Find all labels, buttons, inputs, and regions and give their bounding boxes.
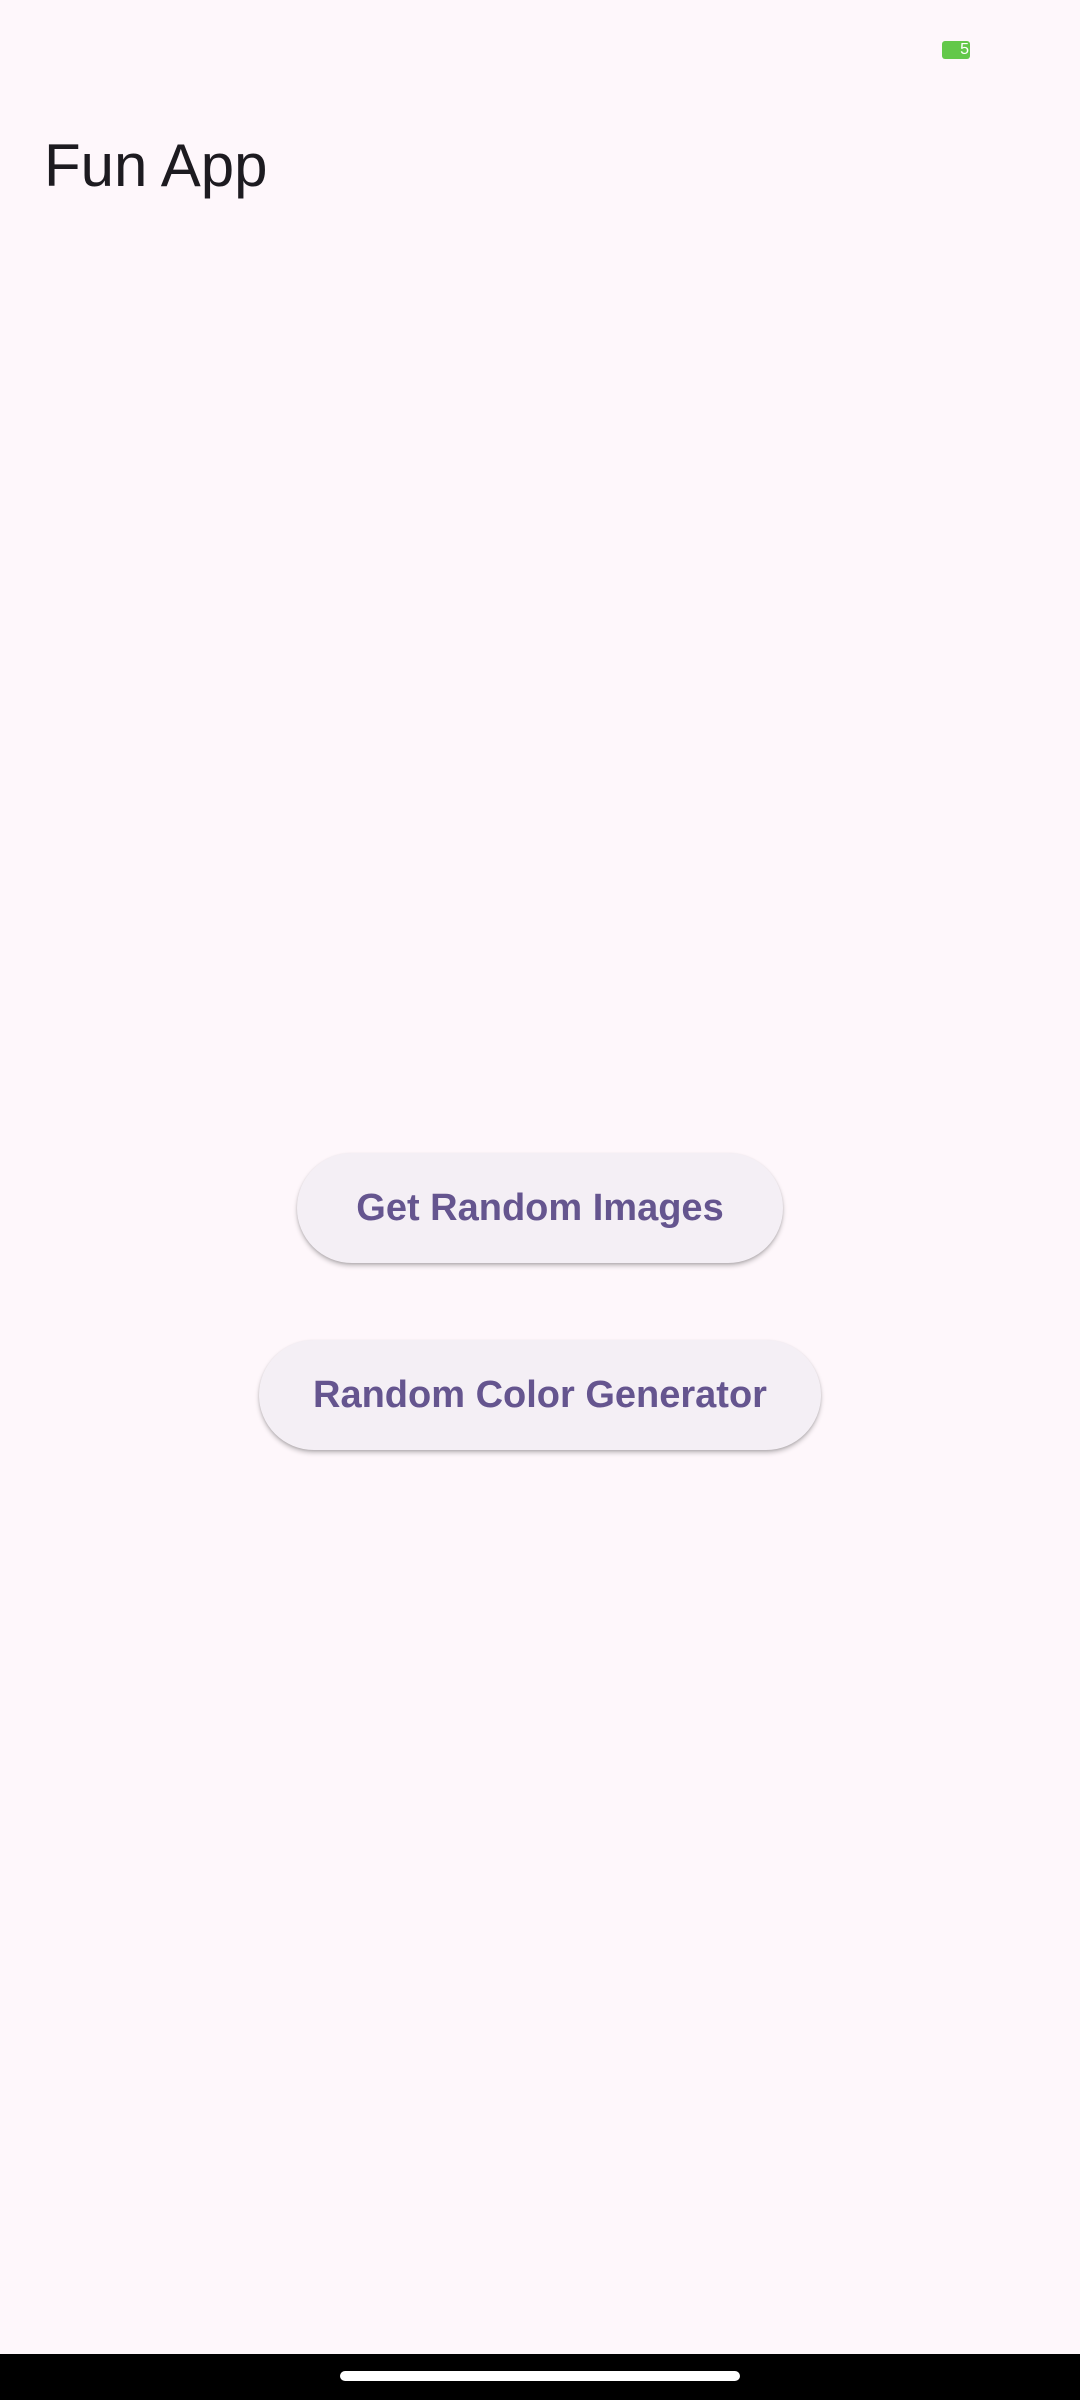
battery-level: 5 (960, 41, 969, 58)
navigation-bar (0, 2354, 1080, 2400)
battery-icon: 5 (942, 41, 970, 59)
page-title: Fun App (44, 132, 268, 199)
status-bar: 5 (0, 0, 1080, 100)
get-random-images-button[interactable]: Get Random Images (297, 1153, 783, 1263)
home-indicator[interactable] (340, 2371, 740, 2381)
random-color-generator-button[interactable]: Random Color Generator (259, 1340, 821, 1450)
app-bar: Fun App (0, 100, 1080, 240)
app-screen: 5 Fun App Get Random Images Random Color… (0, 0, 1080, 2400)
